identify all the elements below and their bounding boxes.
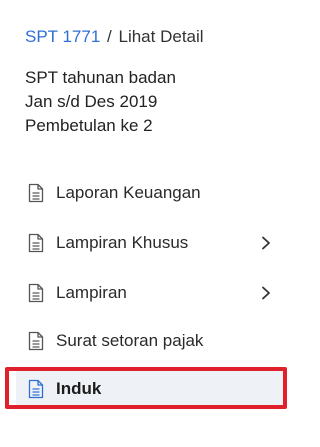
menu-item-label: Lampiran — [56, 283, 127, 302]
menu-item-lampiran-khusus[interactable]: Lampiran Khusus — [16, 225, 284, 261]
menu-item-label: Lampiran Khusus — [56, 233, 189, 252]
summary-type: SPT tahunan badan — [25, 68, 176, 87]
summary-period: Jan s/d Des 2019 — [25, 92, 158, 111]
chevron-right-icon[interactable] — [258, 285, 274, 301]
breadcrumb-current: Lihat Detail — [118, 27, 204, 46]
document-icon — [26, 182, 46, 204]
document-icon — [26, 232, 46, 254]
menu-item-laporan-keuangan[interactable]: Laporan Keuangan — [16, 175, 284, 211]
menu-item-induk[interactable]: Induk — [16, 371, 284, 407]
chevron-right-icon[interactable] — [258, 235, 274, 251]
menu-item-surat-setoran-pajak[interactable]: Surat setoran pajak — [16, 323, 284, 359]
document-icon — [26, 378, 46, 400]
menu-item-lampiran[interactable]: Lampiran — [16, 275, 284, 311]
document-icon — [26, 330, 46, 352]
summary-revision: Pembetulan ke 2 — [25, 116, 153, 135]
menu-item-label: Surat setoran pajak — [56, 331, 204, 350]
breadcrumb-link-spt-1771[interactable]: SPT 1771 — [25, 27, 100, 46]
breadcrumb: SPT 1771 / Lihat Detail — [25, 26, 204, 48]
document-icon — [26, 282, 46, 304]
breadcrumb-separator: / — [107, 27, 112, 46]
menu-item-label: Laporan Keuangan — [56, 183, 201, 202]
menu-item-label: Induk — [56, 379, 102, 398]
spt-summary: SPT tahunan badan Jan s/d Des 2019 Pembe… — [25, 66, 176, 138]
